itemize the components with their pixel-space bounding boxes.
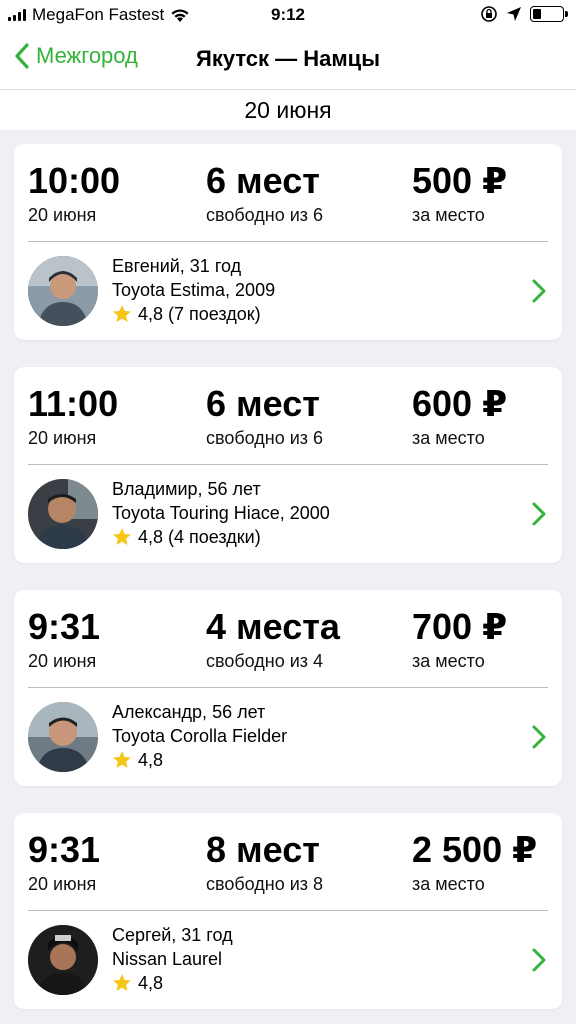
trip-summary: 9:31 20 июня 4 места свободно из 4 700 ₽… [28,606,548,688]
navigation-bar: Межгород Якутск — Намцы [0,30,576,90]
driver-row: Сергей, 31 год Nissan Laurel 4,8 [28,921,548,1001]
rotation-lock-icon [481,6,497,22]
driver-info: Евгений, 31 год Toyota Estima, 2009 4,8 … [112,254,275,326]
card-divider [28,464,548,465]
driver-name: Александр, 56 лет [112,702,266,722]
rating-text: 4,8 (7 поездок) [138,304,261,324]
seats-available: свободно из 4 [206,651,324,671]
card-divider [28,241,548,242]
departure-date: 20 июня [28,428,97,448]
trip-price: 700 ₽ [412,606,508,647]
trip-summary: 11:00 20 июня 6 мест свободно из 6 600 ₽… [28,383,548,465]
chevron-right-icon[interactable] [530,724,548,750]
rating-text: 4,8 [138,973,164,993]
rating-text: 4,8 (4 поездки) [138,527,261,547]
location-arrow-icon [507,7,521,21]
driver-info: Владимир, 56 лет Toyota Touring Hiace, 2… [112,477,330,549]
driver-rating: 4,8 (4 поездки) [112,525,330,549]
seats-available: свободно из 6 [206,205,324,225]
price-unit: за место [412,205,485,225]
departure-date: 20 июня [28,874,97,894]
trip-price: 600 ₽ [412,383,508,424]
car-model: Toyota Corolla Fielder [112,726,288,746]
trip-summary: 9:31 20 июня 8 мест свободно из 8 2 500 … [28,829,548,911]
car-model: Nissan Laurel [112,949,223,969]
departure-time: 11:00 [28,383,119,424]
status-bar: MegaFon Fastest 9:12 [0,0,576,30]
date-header: 20 июня [0,90,576,130]
star-icon [113,974,131,991]
battery-icon [530,6,568,22]
driver-rating: 4,8 [112,971,233,995]
seats-available: свободно из 6 [206,428,324,448]
trip-card[interactable]: 11:00 20 июня 6 мест свободно из 6 600 ₽… [14,367,562,563]
departure-date: 20 июня [28,651,97,671]
trip-list: 10:00 20 июня 6 мест свободно из 6 500 ₽… [14,144,562,1024]
driver-rating: 4,8 (7 поездок) [112,302,275,326]
star-icon [113,528,131,545]
seats-count: 8 мест [206,829,320,870]
seats-available: свободно из 8 [206,874,324,894]
card-divider [28,687,548,688]
driver-avatar [28,702,98,772]
driver-name: Сергей, 31 год [112,925,233,945]
price-unit: за место [412,874,485,894]
seats-count: 6 мест [206,160,320,201]
trip-price: 500 ₽ [412,160,508,201]
chevron-right-icon[interactable] [530,278,548,304]
driver-info: Сергей, 31 год Nissan Laurel 4,8 [112,923,233,995]
driver-name: Евгений, 31 год [112,256,242,276]
trip-price: 2 500 ₽ [412,829,538,870]
driver-rating: 4,8 [112,748,287,772]
rating-text: 4,8 [138,750,164,770]
driver-avatar [28,479,98,549]
seats-count: 4 места [206,606,340,647]
driver-avatar [28,925,98,995]
seats-count: 6 мест [206,383,320,424]
trip-card[interactable]: 9:31 20 июня 8 мест свободно из 8 2 500 … [14,813,562,1009]
driver-row: Евгений, 31 год Toyota Estima, 2009 4,8 … [28,252,548,332]
departure-time: 10:00 [28,160,121,201]
driver-name: Владимир, 56 лет [112,479,261,499]
departure-date: 20 июня [28,205,97,225]
driver-info: Александр, 56 лет Toyota Corolla Fielder… [112,700,287,772]
chevron-right-icon[interactable] [530,501,548,527]
chevron-right-icon[interactable] [530,947,548,973]
driver-avatar [28,256,98,326]
card-divider [28,910,548,911]
departure-time: 9:31 [28,606,101,647]
price-unit: за место [412,428,485,448]
trip-card[interactable]: 9:31 20 июня 4 места свободно из 4 700 ₽… [14,590,562,786]
trip-card[interactable]: 10:00 20 июня 6 мест свободно из 6 500 ₽… [14,144,562,340]
star-icon [113,751,131,768]
trip-summary: 10:00 20 июня 6 мест свободно из 6 500 ₽… [28,160,548,242]
status-right [480,5,568,23]
departure-time: 9:31 [28,829,101,870]
price-unit: за место [412,651,485,671]
driver-row: Владимир, 56 лет Toyota Touring Hiace, 2… [28,475,548,555]
car-model: Toyota Touring Hiace, 2000 [112,503,330,523]
page-title: Якутск — Намцы [196,46,380,71]
car-model: Toyota Estima, 2009 [112,280,276,300]
driver-row: Александр, 56 лет Toyota Corolla Fielder… [28,698,548,778]
star-icon [113,305,131,322]
